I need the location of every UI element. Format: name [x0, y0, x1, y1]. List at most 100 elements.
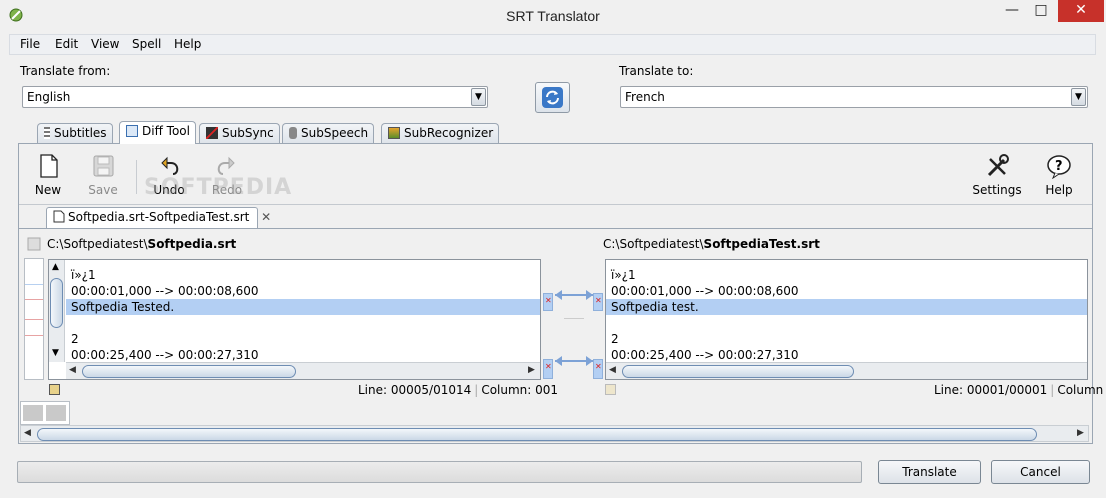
left-status-line: Line: 00005/01014 — [358, 383, 472, 397]
gutter-mark — [25, 284, 43, 285]
left-editor[interactable]: ▲ ▼ ï»¿1 00:00:01,000 --> 00:00:08,600 S… — [48, 259, 541, 380]
translate-button[interactable]: Translate — [878, 460, 981, 484]
merge-arrows-icon — [555, 290, 593, 300]
divider — [19, 204, 1092, 205]
toolbar-separator — [136, 160, 137, 194]
maximize-button[interactable]: □ — [1027, 0, 1055, 22]
delete-icon: ✕ — [595, 362, 602, 371]
scroll-left-icon[interactable]: ◀ — [24, 428, 31, 438]
right-line: Softpedia test. — [611, 300, 699, 314]
scroll-thumb[interactable] — [82, 365, 296, 378]
diff-tool-icon — [126, 125, 138, 137]
title-bar: SRT Translator — □ ✕ — [0, 0, 1106, 32]
tab-label: SubSync — [222, 126, 274, 140]
diff-marker: ✕ — [543, 359, 553, 379]
right-editor[interactable]: ï»¿1 00:00:01,000 --> 00:00:08,600 Softp… — [605, 259, 1088, 380]
cancel-button[interactable]: Cancel — [991, 460, 1090, 484]
help-label: Help — [1045, 183, 1073, 197]
left-line: 00:00:25,400 --> 00:00:27,310 — [71, 348, 259, 362]
scroll-right-icon[interactable]: ▶ — [1077, 428, 1084, 438]
divider — [19, 228, 1092, 229]
gutter-mark — [25, 319, 43, 320]
document-icon — [53, 210, 65, 223]
menu-spell[interactable]: Spell — [132, 37, 161, 51]
right-status-column: Column — [1057, 383, 1104, 397]
menu-view[interactable]: View — [91, 37, 119, 51]
translate-from-select[interactable]: English ▼ — [22, 86, 488, 108]
tab-subrecognizer[interactable]: SubRecognizer — [381, 123, 500, 143]
left-status: Line: 00005/01014 | Column: 001 — [358, 383, 558, 397]
menu-edit[interactable]: Edit — [55, 37, 78, 51]
delete-icon: ✕ — [595, 296, 602, 305]
help-button[interactable]: ? Help — [1030, 147, 1088, 197]
window-title: SRT Translator — [506, 8, 600, 24]
scroll-right-icon[interactable]: ▶ — [528, 365, 535, 375]
translate-to-select[interactable]: French ▼ — [620, 86, 1088, 108]
diff-marker: ✕ — [543, 293, 553, 311]
scroll-left-icon[interactable]: ◀ — [609, 365, 616, 375]
left-horizontal-scrollbar[interactable]: ◀ ▶ — [66, 362, 540, 379]
scroll-thumb[interactable] — [622, 365, 854, 378]
new-label: New — [34, 183, 62, 197]
gutter-mark — [25, 299, 43, 300]
right-file-path: C:\Softpediatest\SoftpediaTest.srt — [603, 237, 820, 251]
left-path-file: Softpedia.srt — [147, 237, 237, 251]
settings-button[interactable]: Settings — [965, 147, 1029, 197]
document-tab[interactable]: Softpedia.srt-SoftpediaTest.srt ✕ — [46, 207, 271, 228]
merge-arrows-icon — [555, 356, 593, 366]
menu-file[interactable]: File — [20, 37, 40, 51]
minimize-button[interactable]: — — [999, 0, 1025, 22]
translate-from-label: Translate from: — [20, 64, 111, 78]
scroll-thumb[interactable] — [50, 278, 63, 328]
right-status-indicator — [605, 384, 616, 395]
progress-bar — [17, 461, 862, 483]
diff-connector: ✕ ✕ ✕ ✕ — [543, 259, 605, 380]
scroll-left-icon[interactable]: ◀ — [69, 365, 76, 375]
svg-text:?: ? — [1055, 159, 1063, 174]
chevron-down-icon[interactable]: ▼ — [1071, 88, 1086, 106]
new-button[interactable]: New — [19, 147, 77, 197]
close-button[interactable]: ✕ — [1058, 0, 1104, 22]
translate-to-value: French — [625, 90, 665, 104]
mini-block — [23, 405, 43, 421]
left-path-prefix: C:\Softpediatest\ — [47, 237, 148, 251]
tab-diff-tool[interactable]: Diff Tool — [119, 121, 196, 144]
scroll-thumb[interactable] — [37, 428, 1037, 441]
left-line: Softpedia Tested. — [71, 300, 175, 314]
right-line: ï»¿1 — [611, 268, 636, 282]
tab-subspeech[interactable]: SubSpeech — [282, 123, 375, 143]
tab-label: SubRecognizer — [404, 126, 494, 140]
save-label: Save — [88, 183, 118, 197]
right-line: 00:00:25,400 --> 00:00:27,310 — [611, 348, 799, 362]
right-horizontal-scrollbar[interactable]: ◀ — [606, 362, 1087, 379]
menu-bar — [9, 34, 1096, 55]
tab-subsync[interactable]: SubSync — [199, 123, 280, 143]
right-line: 00:00:01,000 --> 00:00:08,600 — [611, 284, 799, 298]
translate-from-value: English — [27, 90, 71, 104]
scroll-down-icon[interactable]: ▼ — [52, 348, 59, 358]
right-path-prefix: C:\Softpediatest\ — [603, 237, 704, 251]
bottom-horizontal-scrollbar[interactable]: ◀ ▶ — [20, 425, 1089, 442]
mini-block — [46, 405, 66, 421]
left-status-column: Column: 001 — [481, 383, 559, 397]
tab-label: SubSpeech — [301, 126, 369, 140]
right-status-line: Line: 00001/00001 — [934, 383, 1048, 397]
scroll-up-icon[interactable]: ▲ — [52, 262, 59, 272]
tab-subtitles[interactable]: Subtitles — [37, 123, 113, 143]
left-vertical-scrollbar[interactable]: ▲ ▼ — [49, 260, 65, 362]
left-line: 00:00:01,000 --> 00:00:08,600 — [71, 284, 259, 298]
right-path-file: SoftpediaTest.srt — [703, 237, 820, 251]
subtitles-icon — [44, 127, 50, 139]
save-icon — [93, 155, 114, 177]
save-button[interactable]: Save — [74, 147, 132, 197]
chevron-down-icon[interactable]: ▼ — [471, 88, 486, 106]
close-tab-icon[interactable]: ✕ — [261, 210, 271, 224]
left-file-path: C:\Softpediatest\Softpedia.srt — [47, 237, 236, 251]
refresh-icon — [542, 87, 563, 108]
toolbar: New Save Undo Redo SOFTPEDIA Settings ? … — [19, 147, 1092, 203]
new-document-icon — [40, 154, 58, 178]
file-icon — [27, 237, 41, 251]
menu-help[interactable]: Help — [174, 37, 201, 51]
swap-languages-button[interactable] — [535, 82, 570, 113]
microphone-icon — [289, 127, 297, 139]
